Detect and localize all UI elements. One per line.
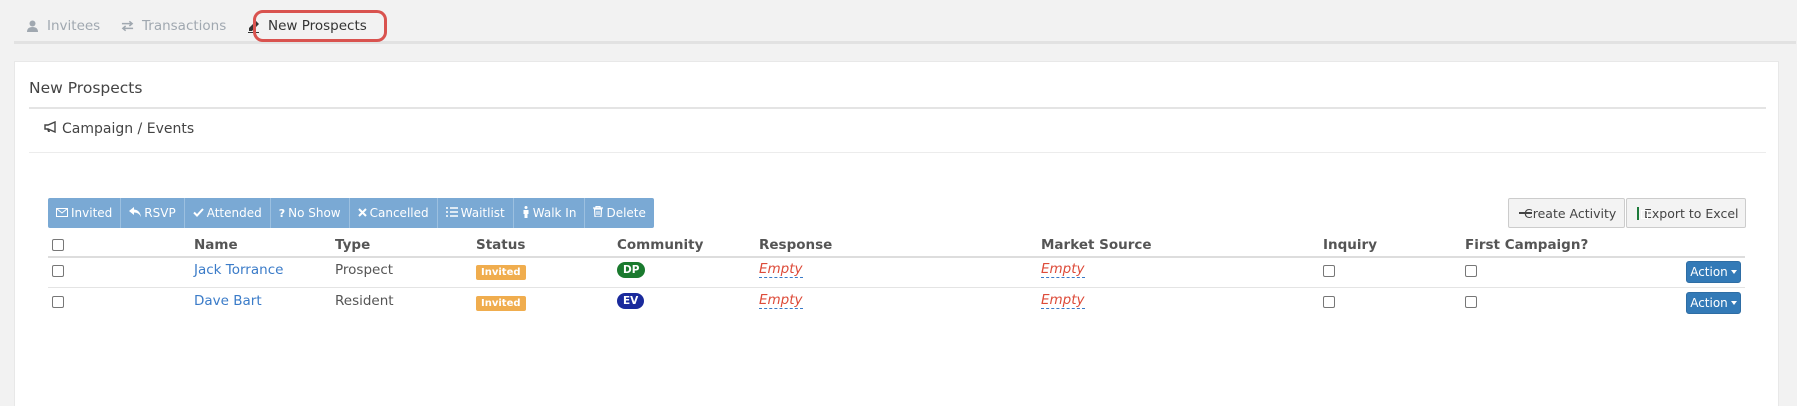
- status-badge: Invited: [476, 296, 526, 311]
- create-activity-button[interactable]: Create Activity: [1508, 198, 1625, 228]
- tab-label: New Prospects: [268, 18, 367, 34]
- pencil-icon: [247, 20, 260, 33]
- button-label: Invited: [71, 206, 113, 220]
- reply-icon: [129, 206, 142, 220]
- user-icon: [26, 20, 39, 33]
- envelope-icon: [56, 207, 68, 220]
- button-label: Action: [1690, 296, 1728, 310]
- no-show-button[interactable]: ? No Show: [271, 198, 350, 228]
- first-campaign-checkbox[interactable]: [1465, 296, 1477, 308]
- response-editable[interactable]: Empty: [759, 292, 803, 309]
- button-label: RSVP: [144, 206, 176, 220]
- walk-icon: [522, 205, 530, 221]
- action-dropdown-button[interactable]: Action: [1686, 292, 1741, 314]
- prospect-name-link[interactable]: Jack Torrance: [194, 262, 283, 278]
- column-header-first-campaign[interactable]: First Campaign?: [1465, 237, 1588, 253]
- button-label: Action: [1690, 265, 1728, 279]
- bulk-action-toolbar: Invited RSVP Attended ? No Show Cancelle…: [48, 198, 654, 228]
- inquiry-checkbox[interactable]: [1323, 265, 1335, 277]
- row-checkbox[interactable]: [52, 296, 64, 308]
- export-excel-button[interactable]: Export to Excel: [1626, 198, 1746, 228]
- button-label: Export to Excel: [1644, 205, 1739, 221]
- column-header-market-source[interactable]: Market Source: [1041, 237, 1152, 253]
- walk-in-button[interactable]: Walk In: [514, 198, 586, 228]
- attended-button[interactable]: Attended: [185, 198, 271, 228]
- tab-invitees[interactable]: Invitees: [26, 14, 100, 38]
- inquiry-checkbox[interactable]: [1323, 296, 1335, 308]
- caret-down-icon: [1730, 301, 1737, 305]
- section-header: Campaign / Events: [44, 120, 195, 137]
- tab-label: Invitees: [47, 18, 101, 34]
- button-label: Walk In: [532, 206, 577, 220]
- rsvp-button[interactable]: RSVP: [121, 198, 185, 228]
- waitlist-button[interactable]: Waitlist: [438, 198, 514, 228]
- excel-icon: [1637, 206, 1648, 220]
- button-label: No Show: [288, 206, 341, 220]
- tab-transactions[interactable]: Transactions: [121, 14, 226, 38]
- column-header-inquiry[interactable]: Inquiry: [1323, 237, 1377, 253]
- caret-down-icon: [1730, 270, 1737, 274]
- delete-button[interactable]: Delete: [585, 198, 653, 228]
- type-cell: Resident: [335, 293, 394, 309]
- prospect-name-link[interactable]: Dave Bart: [194, 293, 262, 309]
- tab-bar: Invitees Transactions New Prospects: [14, 0, 1796, 44]
- community-badge: DP: [617, 262, 646, 278]
- button-label: Attended: [206, 206, 262, 220]
- exchange-icon: [121, 20, 134, 33]
- button-label: Cancelled: [369, 206, 429, 220]
- status-badge: Invited: [476, 265, 526, 280]
- page-title: New Prospects: [29, 79, 143, 97]
- column-header-response[interactable]: Response: [759, 237, 832, 253]
- divider: [29, 107, 1766, 109]
- community-badge: EV: [617, 293, 645, 309]
- invited-button[interactable]: Invited: [48, 198, 122, 228]
- column-header-type[interactable]: Type: [335, 237, 370, 253]
- row-checkbox[interactable]: [52, 265, 64, 277]
- first-campaign-checkbox[interactable]: [1465, 265, 1477, 277]
- check-icon: [192, 207, 204, 220]
- table-header-divider: [48, 256, 1745, 258]
- prospects-panel: New Prospects Campaign / Events: [14, 61, 1779, 406]
- column-header-community[interactable]: Community: [617, 237, 703, 253]
- tab-new-prospects[interactable]: New Prospects: [247, 14, 367, 38]
- list-icon: [445, 206, 458, 220]
- trash-icon: [593, 205, 604, 220]
- column-header-name[interactable]: Name: [194, 237, 238, 253]
- button-label: Delete: [606, 206, 646, 220]
- divider: [29, 152, 1766, 153]
- question-icon: ?: [278, 206, 286, 220]
- times-icon: [357, 207, 367, 220]
- tab-label: Transactions: [142, 18, 227, 34]
- action-dropdown-button[interactable]: Action: [1686, 261, 1741, 283]
- market-source-editable[interactable]: Empty: [1041, 261, 1085, 278]
- bullhorn-icon: [44, 120, 58, 137]
- response-editable[interactable]: Empty: [759, 261, 803, 278]
- market-source-editable[interactable]: Empty: [1041, 292, 1085, 309]
- cancelled-button[interactable]: Cancelled: [350, 198, 438, 228]
- type-cell: Prospect: [335, 262, 394, 278]
- column-header-status[interactable]: Status: [476, 237, 525, 253]
- button-label: Create Activity: [1524, 205, 1617, 221]
- select-all-checkbox[interactable]: [52, 239, 64, 251]
- button-label: Waitlist: [460, 206, 505, 220]
- row-divider: [48, 287, 1745, 288]
- section-title: Campaign / Events: [62, 121, 195, 137]
